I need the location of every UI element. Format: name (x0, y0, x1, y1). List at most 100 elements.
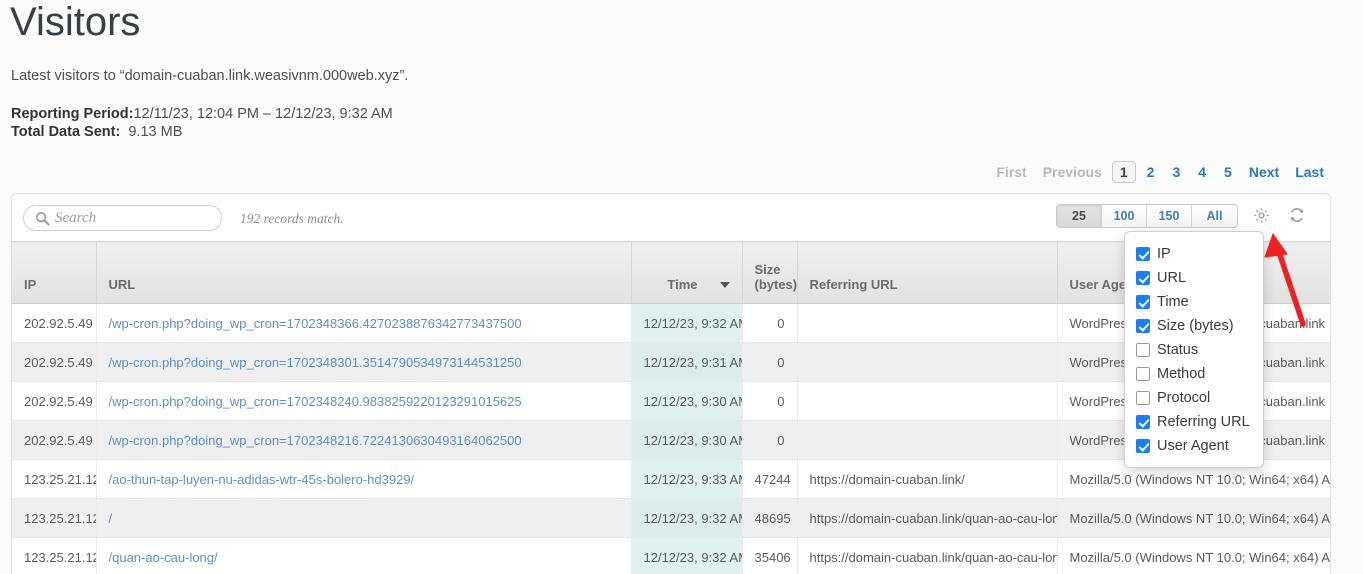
url-link[interactable]: /wp-cron.php?doing_wp_cron=1702348366.42… (109, 316, 522, 331)
reporting-period-value: 12/11/23, 12:04 PM – 12/12/23, 9:32 AM (133, 106, 393, 122)
column-option-status[interactable]: Status (1125, 338, 1263, 362)
cell-url[interactable]: /ao-thun-tap-luyen-nu-adidas-wtr-45s-bol… (96, 459, 632, 499)
pagination-page-1[interactable]: 1 (1111, 161, 1136, 183)
cell-url[interactable]: /quan-ao-cau-long/ (96, 537, 632, 574)
page-size-all[interactable]: All (1192, 205, 1237, 227)
page-size-150[interactable]: 150 (1147, 205, 1192, 227)
cell-referring-url: https://domain-cuaban.link/quan-ao-cau-l… (797, 498, 1058, 538)
url-link[interactable]: /wp-cron.php?doing_wp_cron=1702348240.98… (109, 394, 522, 409)
checkbox-icon[interactable] (1136, 439, 1150, 453)
url-link[interactable]: /wp-cron.php?doing_wp_cron=1702348301.35… (109, 355, 522, 370)
col-header-size-line1: Size (754, 262, 781, 277)
cell-time: 12/12/23, 9:32 AM (631, 303, 743, 343)
checkbox-icon[interactable] (1136, 391, 1150, 405)
cell-referring-url: https://domain-cuaban.link/ (797, 459, 1058, 499)
column-option-label: Time (1157, 294, 1189, 310)
cell-time: 12/12/23, 9:30 AM (631, 381, 743, 421)
reporting-period-row: Reporting Period:12/11/23, 12:04 PM – 12… (11, 105, 393, 123)
table-row[interactable]: 123.25.21.12 / 12/12/23, 9:32 AM 48695 https… (12, 498, 1330, 538)
checkbox-icon[interactable] (1136, 343, 1150, 357)
url-link[interactable]: / (109, 511, 113, 526)
col-header-referring-url[interactable]: Referring URL (797, 241, 1058, 304)
page-size-group: 25 100 150 All (1056, 204, 1238, 228)
cell-url[interactable]: /wp-cron.php?doing_wp_cron=1702348240.98… (96, 381, 632, 421)
column-option-url[interactable]: URL (1125, 266, 1263, 290)
cell-ip: 123.25.21.12 (12, 537, 97, 574)
total-data-label: Total Data Sent: (11, 124, 121, 140)
column-option-label: Referring URL (1157, 414, 1250, 430)
cell-url[interactable]: / (96, 498, 632, 538)
cell-ip: 202.92.5.49 (12, 381, 97, 421)
cell-user-agent: Mozilla/5.0 (Windows NT 10.0; Win64; x64… (1057, 537, 1330, 574)
reporting-period-label: Reporting Period: (11, 106, 134, 122)
pagination-next[interactable]: Next (1243, 161, 1285, 183)
cell-ip: 123.25.21.12 (12, 498, 97, 538)
page-title: Visitors (10, 0, 141, 44)
table-row[interactable]: 123.25.21.12/quan-ao-cau-long/12/12/23, … (12, 537, 1330, 574)
cell-url[interactable]: /wp-cron.php?doing_wp_cron=1702348301.35… (96, 342, 632, 382)
cell-url[interactable]: /wp-cron.php?doing_wp_cron=1702348366.42… (96, 303, 632, 343)
sort-desc-caret-icon (719, 281, 730, 288)
pagination-page-4[interactable]: 4 (1191, 161, 1213, 183)
url-link[interactable]: /quan-ao-cau-long/ (109, 550, 218, 565)
column-option-protocol[interactable]: Protocol (1125, 386, 1263, 410)
cell-time: 12/12/23, 9:33 AM (631, 459, 743, 499)
url-link[interactable]: /ao-thun-tap-luyen-nu-adidas-wtr-45s-bol… (109, 472, 415, 487)
column-option-label: Status (1157, 342, 1199, 358)
pagination-first[interactable]: First (990, 161, 1032, 183)
search-box[interactable] (23, 205, 222, 231)
cell-ip: 202.92.5.49 (12, 420, 97, 460)
checkbox-icon[interactable] (1136, 319, 1150, 333)
col-header-size[interactable]: Size (bytes) (742, 241, 798, 304)
pagination-previous[interactable]: Previous (1037, 161, 1108, 183)
cell-referring-url: https://domain-cuaban.link/quan-ao-cau-l… (797, 537, 1058, 574)
cell-referring-url (797, 342, 1058, 382)
cell-referring-url (797, 420, 1058, 460)
column-option-method[interactable]: Method (1125, 362, 1263, 386)
column-option-size-bytes[interactable]: Size (bytes) (1125, 314, 1263, 338)
cell-size: 0 (742, 420, 798, 460)
cell-url[interactable]: /wp-cron.php?doing_wp_cron=1702348216.72… (96, 420, 632, 460)
column-option-referring-url[interactable]: Referring URL (1125, 410, 1263, 434)
checkbox-icon[interactable] (1136, 367, 1150, 381)
cell-size: 0 (742, 381, 798, 421)
page-intro: Latest visitors to “domain-cuaban.link.w… (11, 68, 409, 84)
column-option-time[interactable]: Time (1125, 290, 1263, 314)
pagination-last[interactable]: Last (1289, 161, 1330, 183)
checkbox-icon[interactable] (1136, 295, 1150, 309)
url-link[interactable]: /wp-cron.php?doing_wp_cron=1702348216.72… (109, 433, 522, 448)
column-option-label: URL (1157, 270, 1187, 286)
search-input[interactable] (55, 209, 210, 227)
cell-time: 12/12/23, 9:31 AM (631, 342, 743, 382)
column-option-label: Protocol (1157, 390, 1211, 406)
col-header-time[interactable]: Time (631, 241, 743, 304)
pagination-page-2[interactable]: 2 (1140, 161, 1162, 183)
pagination-page-3[interactable]: 3 (1165, 161, 1187, 183)
report-meta: Reporting Period:12/11/23, 12:04 PM – 12… (11, 105, 393, 141)
page-size-100[interactable]: 100 (1102, 205, 1147, 227)
cell-size: 47244 (742, 459, 798, 499)
cell-user-agent: Mozilla/5.0 (Windows NT 10.0; Win64; x64… (1057, 498, 1330, 538)
total-data-row: Total Data Sent: 9.13 MB (11, 123, 393, 141)
checkbox-icon[interactable] (1136, 271, 1150, 285)
column-option-label: Size (bytes) (1157, 318, 1234, 334)
col-header-url[interactable]: URL (96, 241, 632, 304)
cell-time: 12/12/23, 9:30 AM (631, 420, 743, 460)
refresh-icon[interactable] (1284, 202, 1310, 228)
records-match-label: 192 records match. (240, 211, 344, 226)
cell-referring-url (797, 303, 1058, 343)
checkbox-icon[interactable] (1136, 415, 1150, 429)
cell-ip: 123.25.21.12 (12, 459, 97, 499)
pagination-page-5[interactable]: 5 (1217, 161, 1239, 183)
column-option-label: Method (1157, 366, 1206, 382)
checkbox-icon[interactable] (1136, 247, 1150, 261)
col-header-size-line2: (bytes) (754, 277, 798, 292)
column-option-label: User Agent (1157, 438, 1229, 454)
col-header-ip[interactable]: IP (12, 241, 97, 304)
search-icon (31, 207, 53, 229)
total-data-value: 9.13 MB (128, 124, 183, 140)
page-size-25[interactable]: 25 (1057, 205, 1102, 227)
gear-icon[interactable] (1248, 202, 1274, 228)
column-option-user-agent[interactable]: User Agent (1125, 434, 1263, 458)
column-option-ip[interactable]: IP (1125, 242, 1263, 266)
